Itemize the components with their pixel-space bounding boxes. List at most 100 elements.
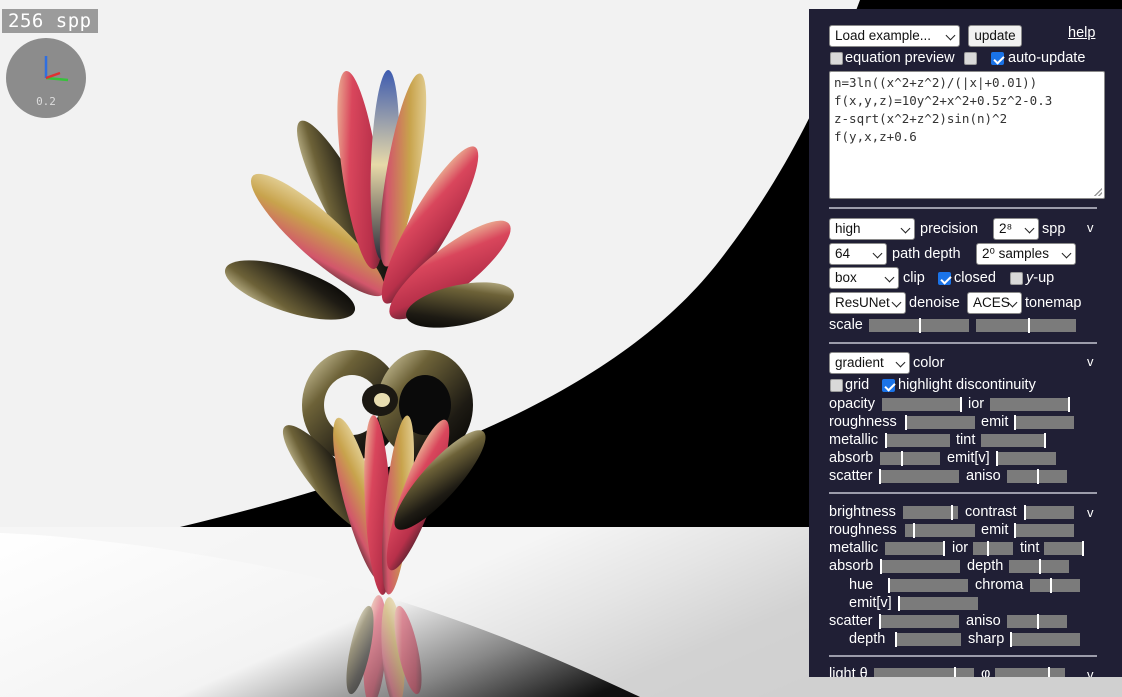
vol-tint-slider[interactable] <box>1044 541 1084 556</box>
vol-tint-label: tint <box>1020 540 1040 556</box>
samples-select[interactable]: 2⁰ samples <box>976 243 1076 265</box>
slider-thumb[interactable] <box>954 667 956 677</box>
brightness-slider[interactable] <box>903 505 958 520</box>
equation-editor[interactable]: n=3ln((x^2+z^2)/(|x|+0.01)) f(x,y,z)=10y… <box>829 71 1105 199</box>
closed-checkbox[interactable] <box>938 272 951 285</box>
slider-thumb[interactable] <box>905 415 907 430</box>
spp-select[interactable]: 2⁸ <box>993 218 1039 240</box>
slider-thumb[interactable] <box>1047 667 1050 677</box>
path-depth-select[interactable]: 64 <box>829 243 887 265</box>
slider-thumb[interactable] <box>1037 614 1039 629</box>
equation-preview-label: equation preview <box>845 50 955 66</box>
vol-metallic-slider[interactable] <box>885 541 945 556</box>
roughness-label: roughness <box>829 414 897 430</box>
vol-roughness-slider[interactable] <box>905 523 975 538</box>
section-divider <box>829 342 1097 344</box>
emit-slider[interactable] <box>1014 415 1074 430</box>
slider-thumb[interactable] <box>913 523 916 538</box>
slider-thumb[interactable] <box>1044 433 1046 448</box>
render-collapse-toggle[interactable]: v <box>1087 219 1094 237</box>
clip-value: box <box>835 270 857 285</box>
vol-depth2-slider[interactable] <box>895 632 961 647</box>
extra-checkbox[interactable] <box>964 52 977 65</box>
highlight-discontinuity-checkbox[interactable] <box>882 379 895 392</box>
slider-thumb[interactable] <box>1050 578 1052 593</box>
vol-emit-v-slider[interactable] <box>898 596 978 611</box>
slider-thumb[interactable] <box>1010 632 1012 647</box>
denoise-select[interactable]: ResUNet <box>829 292 906 314</box>
help-link[interactable]: help <box>1068 25 1095 41</box>
vol-absorb-label: absorb <box>829 558 874 574</box>
chevron-down-icon <box>872 248 883 259</box>
auto-update-checkbox[interactable] <box>991 52 1004 65</box>
vol-aniso-slider[interactable] <box>1007 614 1067 629</box>
slider-thumb[interactable] <box>987 541 989 556</box>
scatter-slider[interactable] <box>879 469 959 484</box>
example-select[interactable]: Load example... <box>829 25 960 47</box>
hue-slider[interactable] <box>888 578 968 593</box>
resize-grip-icon[interactable] <box>1094 188 1102 196</box>
color-mode-select[interactable]: gradient <box>829 352 910 374</box>
slider-thumb[interactable] <box>895 632 897 647</box>
equation-line: f(y,x,z+0.6 <box>834 129 917 144</box>
slider-thumb[interactable] <box>1037 469 1039 484</box>
denoise-label: denoise <box>909 295 960 311</box>
emit-v-slider[interactable] <box>996 451 1056 466</box>
absorb-slider[interactable] <box>880 451 940 466</box>
metallic-label: metallic <box>829 432 879 448</box>
material-collapse-toggle[interactable]: v <box>1087 353 1094 371</box>
slider-thumb[interactable] <box>1082 541 1084 556</box>
grid-checkbox[interactable] <box>830 379 843 392</box>
chevron-down-icon <box>900 223 911 234</box>
slider-thumb[interactable] <box>919 318 921 333</box>
light-theta-slider[interactable] <box>874 667 974 677</box>
roughness-slider[interactable] <box>905 415 975 430</box>
aniso-slider[interactable] <box>1007 469 1067 484</box>
equation-preview-checkbox[interactable] <box>830 52 843 65</box>
slider-thumb[interactable] <box>1028 318 1030 333</box>
vol-scatter-slider[interactable] <box>879 614 959 629</box>
metallic-slider[interactable] <box>885 433 950 448</box>
tint-slider[interactable] <box>981 433 1046 448</box>
vol-emit-slider[interactable] <box>1014 523 1074 538</box>
vol-absorb-slider[interactable] <box>880 559 960 574</box>
chevron-down-icon <box>945 30 956 41</box>
slider-thumb[interactable] <box>880 559 882 574</box>
opacity-slider[interactable] <box>882 397 962 412</box>
scale-slider-2[interactable] <box>976 318 1076 333</box>
slider-thumb[interactable] <box>901 451 903 466</box>
contrast-slider[interactable] <box>1024 505 1074 520</box>
vol-depth-slider[interactable] <box>1009 559 1069 574</box>
example-select-value: Load example... <box>835 28 932 43</box>
slider-thumb[interactable] <box>943 541 945 556</box>
slider-thumb[interactable] <box>879 614 881 629</box>
slider-thumb[interactable] <box>951 505 954 520</box>
light-phi-slider[interactable] <box>995 667 1065 677</box>
slider-thumb[interactable] <box>1039 559 1041 574</box>
slider-thumb[interactable] <box>888 578 890 593</box>
precision-select[interactable]: high <box>829 218 915 240</box>
tonemap-select[interactable]: ACES <box>967 292 1022 314</box>
slider-thumb[interactable] <box>960 397 962 412</box>
clip-select[interactable]: box <box>829 267 899 289</box>
slider-thumb[interactable] <box>898 596 900 611</box>
slider-thumb[interactable] <box>879 469 881 484</box>
slider-thumb[interactable] <box>885 433 887 448</box>
emit-v-label: emit[v] <box>947 450 990 466</box>
scale-slider-1[interactable] <box>869 318 969 333</box>
light-collapse-toggle[interactable]: v <box>1087 666 1094 677</box>
ior-slider[interactable] <box>990 397 1070 412</box>
slider-thumb[interactable] <box>996 451 998 466</box>
slider-thumb[interactable] <box>1024 505 1026 520</box>
vol-ior-slider[interactable] <box>973 541 1013 556</box>
slider-thumb[interactable] <box>1014 523 1016 538</box>
slider-thumb[interactable] <box>1014 415 1016 430</box>
update-button[interactable]: update <box>968 25 1022 47</box>
volume-collapse-toggle[interactable]: v <box>1087 504 1094 522</box>
sharp-slider[interactable] <box>1010 632 1080 647</box>
slider-thumb[interactable] <box>1068 397 1070 412</box>
spp-label: spp <box>1042 221 1066 237</box>
precision-value: high <box>835 221 861 236</box>
chroma-slider[interactable] <box>1030 578 1080 593</box>
y-up-checkbox[interactable] <box>1010 272 1023 285</box>
